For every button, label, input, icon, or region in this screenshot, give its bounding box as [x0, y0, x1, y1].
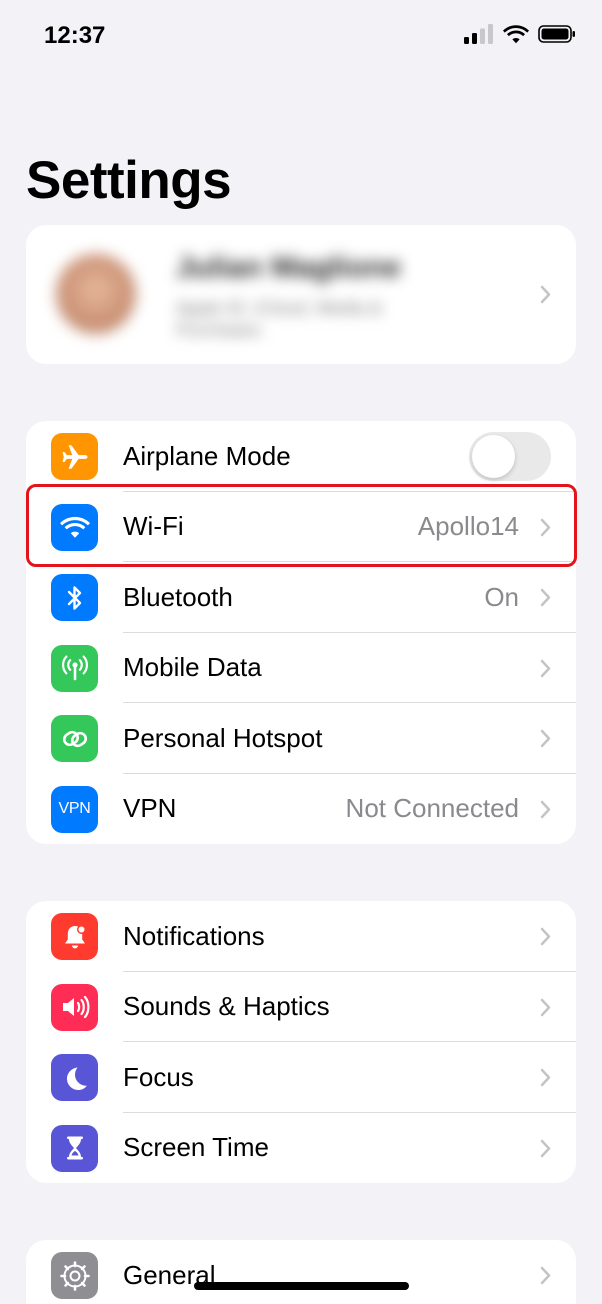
status-bar: 12:37	[0, 0, 602, 76]
row-notifications[interactable]: Notifications	[26, 901, 576, 972]
chevron-right-icon	[540, 998, 551, 1016]
personal-hotspot-label: Personal Hotspot	[123, 722, 323, 753]
hotspot-icon	[51, 715, 98, 762]
toggle-knob	[472, 435, 515, 478]
row-focus[interactable]: Focus	[26, 1042, 576, 1113]
vpn-status-value: Not Connected	[345, 793, 519, 824]
vpn-icon: VPN	[51, 785, 98, 833]
mobile-data-label: Mobile Data	[123, 652, 262, 683]
airplane-mode-toggle[interactable]	[469, 432, 551, 481]
profile-subtitle: Apple ID, iCloud, Media & Purchases	[176, 298, 383, 340]
sounds-haptics-label: Sounds & Haptics	[123, 991, 330, 1022]
chevron-right-icon	[540, 800, 551, 818]
row-bluetooth[interactable]: Bluetooth On	[26, 562, 576, 633]
bell-icon	[51, 913, 98, 960]
bluetooth-status-value: On	[484, 581, 519, 612]
chevron-right-icon	[540, 1139, 551, 1157]
row-mobile-data[interactable]: Mobile Data	[26, 633, 576, 703]
moon-icon	[51, 1054, 98, 1101]
hourglass-icon	[51, 1124, 98, 1172]
page-title: Settings	[26, 151, 232, 210]
airplane-mode-label: Airplane Mode	[123, 440, 291, 471]
battery-icon	[538, 25, 575, 43]
profile-name: Julian Maglione	[176, 251, 402, 284]
wifi-status-icon	[503, 25, 529, 44]
notifications-label: Notifications	[123, 920, 265, 951]
row-vpn[interactable]: VPN VPN Not Connected	[26, 774, 576, 845]
wifi-row-highlight	[26, 484, 577, 567]
avatar	[56, 254, 136, 334]
vpn-icon-text: VPN	[58, 800, 91, 817]
notifications-group: Notifications Sounds & Haptics Focus Scr…	[26, 901, 576, 1183]
chevron-right-icon	[540, 659, 551, 677]
vpn-label: VPN	[123, 793, 177, 824]
profile-blurred-content: Julian Maglione Apple ID, iCloud, Media …	[26, 225, 576, 364]
chevron-right-icon	[540, 285, 551, 304]
chevron-right-icon	[540, 729, 551, 748]
row-airplane-mode[interactable]: Airplane Mode	[26, 421, 576, 492]
status-time: 12:37	[44, 22, 106, 49]
chevron-right-icon	[540, 588, 551, 607]
chevron-right-icon	[540, 927, 551, 946]
home-indicator[interactable]	[194, 1282, 409, 1290]
row-screen-time[interactable]: Screen Time	[26, 1113, 576, 1184]
bluetooth-icon	[51, 574, 98, 621]
bluetooth-label: Bluetooth	[123, 581, 233, 612]
chevron-right-icon	[540, 1266, 551, 1285]
apple-id-profile-card[interactable]: Julian Maglione Apple ID, iCloud, Media …	[26, 225, 576, 364]
row-sounds-haptics[interactable]: Sounds & Haptics	[26, 972, 576, 1042]
focus-label: Focus	[123, 1061, 194, 1092]
general-group: General	[26, 1240, 576, 1304]
gear-icon	[51, 1252, 98, 1299]
chevron-right-icon	[540, 1068, 551, 1087]
row-general[interactable]: General	[26, 1240, 576, 1304]
speaker-icon	[51, 983, 98, 1031]
airplane-icon	[51, 433, 98, 480]
antenna-icon	[51, 644, 98, 692]
cellular-signal-icon	[464, 24, 493, 44]
screen-time-label: Screen Time	[123, 1132, 269, 1163]
status-icons	[464, 24, 576, 44]
row-personal-hotspot[interactable]: Personal Hotspot	[26, 703, 576, 774]
